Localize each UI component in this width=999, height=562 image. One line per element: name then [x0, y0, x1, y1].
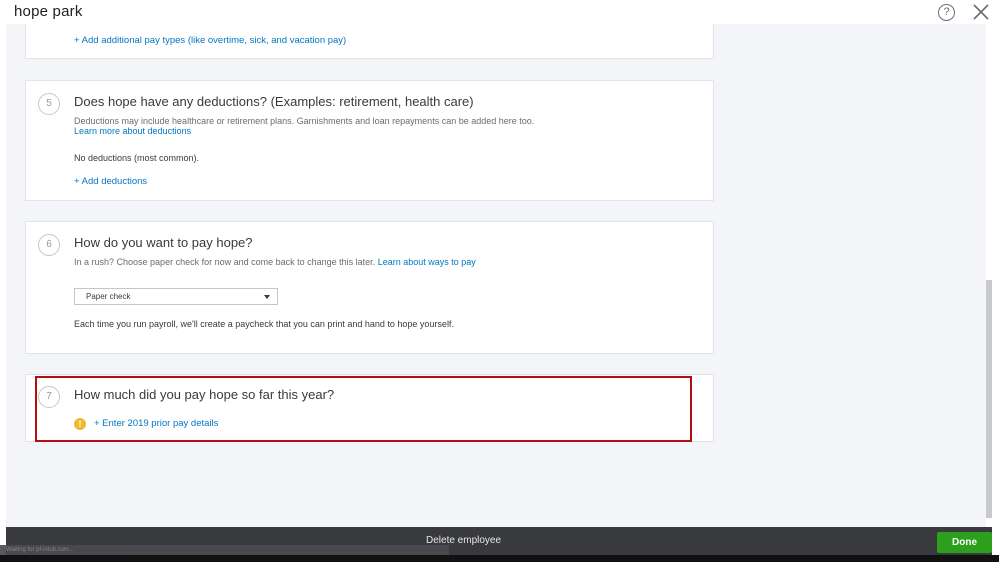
learn-more-deductions-link[interactable]: Learn more about deductions: [74, 126, 191, 136]
chevron-down-icon: [264, 295, 270, 299]
pay-types-card: + Add additional pay types (like overtim…: [25, 24, 714, 59]
payment-hint-text: In a rush? Choose paper check for now an…: [74, 257, 376, 267]
help-icon[interactable]: ?: [938, 4, 955, 21]
payment-method-select[interactable]: Paper check: [74, 288, 278, 305]
paycheck-note: Each time you run payroll, we'll create …: [74, 319, 454, 329]
employee-setup-content[interactable]: + Add additional pay types (like overtim…: [6, 24, 992, 527]
close-icon[interactable]: [972, 3, 990, 21]
deductions-card: 5 Does hope have any deductions? (Exampl…: [25, 80, 714, 201]
done-button[interactable]: Done: [937, 532, 992, 553]
add-deductions-link[interactable]: + Add deductions: [74, 176, 147, 187]
add-pay-types-link[interactable]: + Add additional pay types (like overtim…: [74, 35, 346, 46]
browser-status-text: Waiting for pf-intuit.com...: [6, 547, 74, 553]
highlight-box: [35, 376, 692, 442]
learn-ways-to-pay-link[interactable]: Learn about ways to pay: [378, 257, 476, 267]
employee-name-title: hope park: [14, 3, 83, 20]
scrollbar-thumb[interactable]: [986, 280, 992, 518]
deductions-description: Deductions may include healthcare or ret…: [74, 116, 535, 126]
payment-hint: In a rush? Choose paper check for now an…: [74, 257, 476, 267]
taskbar-strip: [0, 555, 999, 562]
payment-method-card: 6 How do you want to pay hope? In a rush…: [25, 221, 714, 354]
payment-method-value: Paper check: [86, 292, 131, 301]
deductions-status: No deductions (most common).: [74, 153, 200, 163]
step-number: 5: [38, 93, 60, 115]
window-header: hope park ?: [0, 0, 999, 24]
payment-question: How do you want to pay hope?: [74, 235, 253, 250]
step-number: 6: [38, 234, 60, 256]
deductions-question: Does hope have any deductions? (Examples…: [74, 94, 474, 109]
